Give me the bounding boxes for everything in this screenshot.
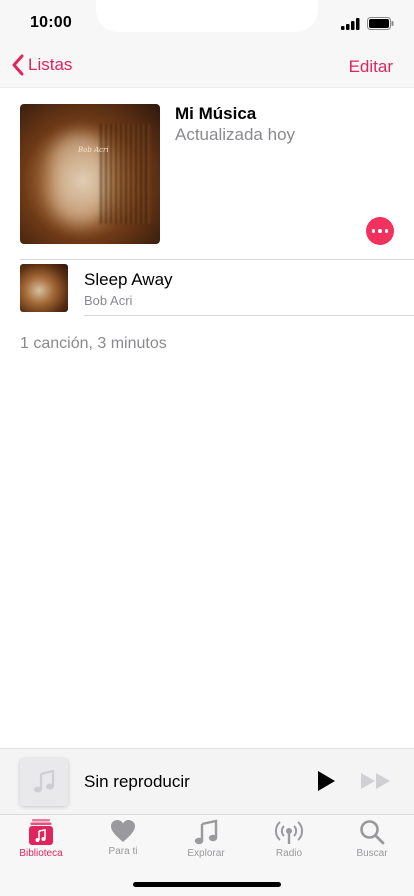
chevron-left-icon bbox=[12, 54, 24, 76]
tab-browse[interactable]: Explorar bbox=[165, 819, 247, 869]
playlist-header: Bob Acri Mi Música Actualizada hoy bbox=[20, 104, 394, 245]
divider bbox=[84, 315, 414, 316]
artwork-text: Bob Acri bbox=[78, 146, 109, 154]
tab-radio[interactable]: Radio bbox=[248, 819, 330, 869]
tab-label: Explorar bbox=[187, 848, 225, 859]
back-button[interactable]: Listas bbox=[12, 54, 72, 76]
search-icon bbox=[360, 820, 385, 845]
tab-label: Biblioteca bbox=[19, 848, 63, 859]
song-artist: Bob Acri bbox=[84, 293, 133, 308]
radio-icon bbox=[274, 821, 304, 844]
song-row[interactable]: Sleep Away Bob Acri bbox=[0, 260, 414, 316]
tab-for-you[interactable]: Para ti bbox=[82, 819, 164, 869]
song-artwork bbox=[20, 264, 68, 312]
status-time: 10:00 bbox=[30, 14, 72, 31]
playlist-subtitle: Actualizada hoy bbox=[175, 125, 296, 144]
playlist-artwork: Bob Acri bbox=[20, 104, 160, 244]
heart-icon bbox=[111, 820, 135, 842]
library-icon bbox=[29, 819, 53, 845]
tab-label: Para ti bbox=[108, 846, 138, 857]
edit-button[interactable]: Editar bbox=[349, 57, 393, 77]
home-indicator[interactable] bbox=[133, 882, 281, 887]
notch bbox=[96, 0, 318, 32]
playlist-title: Mi Música bbox=[175, 104, 257, 123]
signal-icon bbox=[341, 17, 360, 30]
tab-label: Buscar bbox=[356, 848, 388, 859]
play-button[interactable] bbox=[315, 769, 337, 793]
battery-icon bbox=[367, 17, 394, 30]
status-bar: 10:00 bbox=[0, 0, 414, 48]
mini-player-artwork bbox=[20, 758, 68, 806]
navigation-bar: Listas Editar bbox=[0, 48, 414, 88]
tab-library[interactable]: Biblioteca bbox=[0, 819, 82, 869]
back-button-label: Listas bbox=[28, 55, 73, 74]
mini-player[interactable]: Sin reproducir bbox=[0, 748, 414, 814]
music-note-icon bbox=[34, 770, 55, 793]
playlist-summary: 1 canción, 3 minutos bbox=[20, 335, 167, 352]
ellipsis-icon bbox=[371, 229, 376, 233]
mini-player-title: Sin reproducir bbox=[84, 772, 190, 791]
song-title: Sleep Away bbox=[84, 270, 173, 289]
status-icons bbox=[341, 17, 394, 30]
fast-forward-button[interactable] bbox=[360, 771, 392, 791]
more-options-button[interactable] bbox=[366, 217, 394, 245]
music-note-icon bbox=[194, 819, 218, 845]
tab-search[interactable]: Buscar bbox=[331, 819, 413, 869]
tab-label: Radio bbox=[275, 848, 303, 859]
